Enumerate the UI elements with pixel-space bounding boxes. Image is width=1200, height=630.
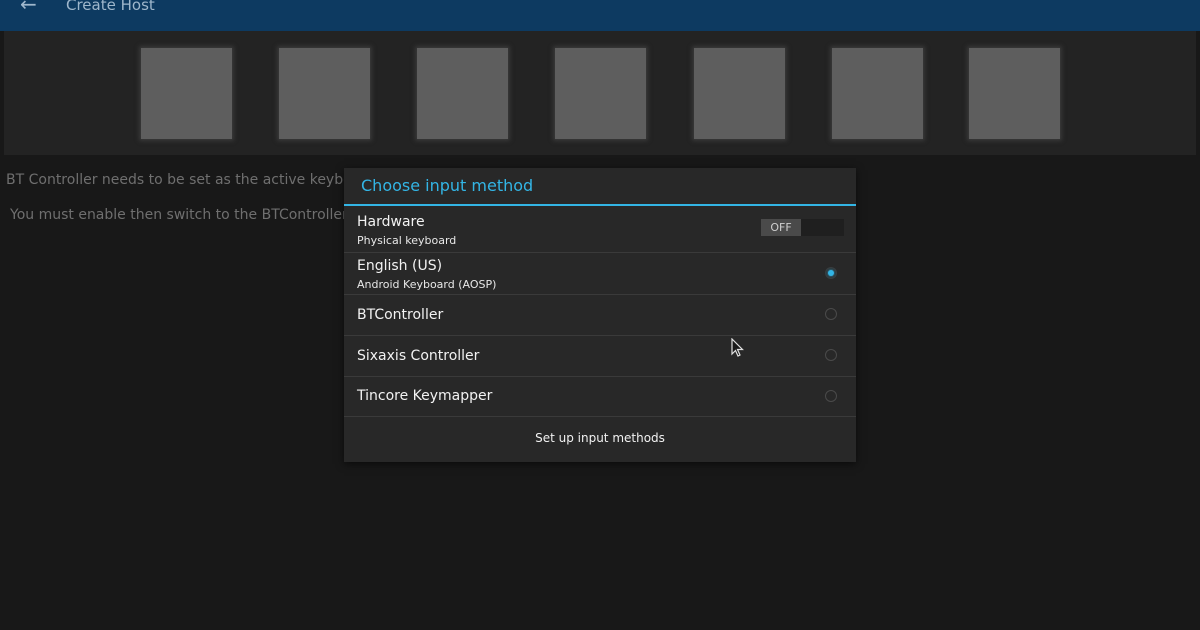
keyboard-warning-text: BT Controller needs to be set as the act… [6, 172, 361, 188]
hardware-sublabel: Physical keyboard [357, 234, 457, 247]
option-label: BTController [357, 307, 444, 323]
hardware-toggle[interactable]: OFF [761, 219, 844, 236]
option-label: Sixaxis Controller [357, 348, 480, 364]
thumbnail[interactable] [969, 48, 1060, 139]
setup-input-methods-label: Set up input methods [535, 431, 665, 445]
option-english-us[interactable]: English (US) Android Keyboard (AOSP) [344, 253, 856, 295]
option-sublabel: Android Keyboard (AOSP) [357, 278, 497, 291]
thumbnail[interactable] [141, 48, 232, 139]
dialog-title: Choose input method [361, 176, 534, 195]
toggle-knob: OFF [761, 219, 801, 236]
thumbnail[interactable] [555, 48, 646, 139]
thumbnail[interactable] [832, 48, 923, 139]
hardware-row[interactable]: Hardware Physical keyboard OFF [344, 206, 856, 253]
radio-unselected-icon[interactable] [825, 349, 837, 361]
radio-selected-icon[interactable] [825, 267, 837, 279]
option-label: English (US) [357, 258, 443, 274]
thumbnail[interactable] [694, 48, 785, 139]
option-btcontroller[interactable]: BTController [344, 295, 856, 336]
option-tincore-keymapper[interactable]: Tincore Keymapper [344, 377, 856, 417]
thumbnail-strip [4, 31, 1196, 155]
enable-instruction-text: You must enable then switch to the BTCon… [10, 207, 348, 223]
radio-unselected-icon[interactable] [825, 308, 837, 320]
option-label: Tincore Keymapper [357, 388, 493, 404]
hardware-label: Hardware [357, 214, 425, 230]
setup-input-methods-button[interactable]: Set up input methods [344, 417, 856, 462]
page-title: Create Host [66, 0, 155, 14]
action-bar: ← Create Host [0, 0, 1200, 31]
dialog-header: Choose input method [344, 168, 856, 206]
mouse-cursor-icon [731, 338, 744, 357]
thumbnail[interactable] [279, 48, 370, 139]
thumbnail[interactable] [417, 48, 508, 139]
option-sixaxis-controller[interactable]: Sixaxis Controller [344, 336, 856, 377]
radio-unselected-icon[interactable] [825, 390, 837, 402]
input-method-dialog: Choose input method Hardware Physical ke… [344, 168, 856, 462]
arrow-left-icon[interactable]: ← [20, 0, 37, 14]
